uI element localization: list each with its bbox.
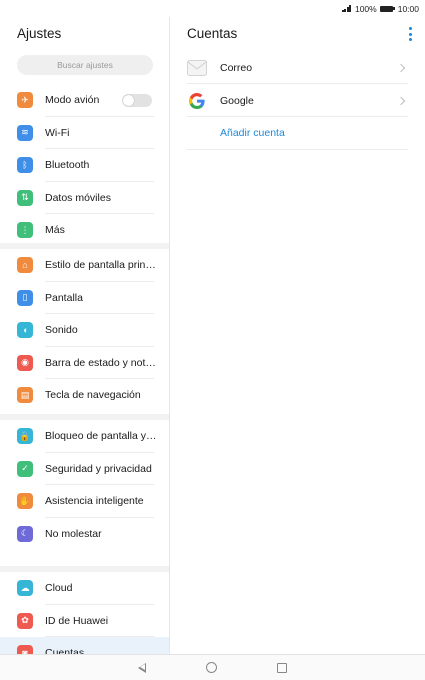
settings-item-label: Sonido — [45, 324, 78, 337]
settings-item[interactable]: ✓ Seguridad y privacidad — [0, 453, 169, 485]
settings-item[interactable]: 🔒 Bloqueo de pantalla y contraseñas — [0, 420, 169, 453]
sound-icon: ◖ — [17, 322, 33, 339]
settings-group: 🔒 Bloqueo de pantalla y contraseñas ✓ Segur… — [0, 420, 169, 550]
settings-item[interactable]: ✈ Modo avión — [0, 84, 169, 117]
back-icon[interactable] — [138, 662, 146, 673]
navigation-bar — [0, 654, 425, 680]
settings-group: ✈ Modo avión ≋ Wi-Fi ᛒ Bluetooth ⇅ Datos móvile… — [0, 84, 169, 247]
battery-icon — [379, 5, 395, 12]
settings-item-label: Bloqueo de pantalla y contraseñas — [45, 430, 157, 443]
settings-item-label: ID de Huawei — [45, 614, 109, 627]
mobile-data-icon: ⇅ — [17, 189, 33, 206]
google-icon — [187, 91, 207, 111]
settings-item[interactable]: ᛒ Bluetooth — [0, 149, 169, 182]
settings-item[interactable]: ◉ Barra de estado y notificaciones — [0, 347, 169, 379]
settings-item[interactable]: ▯ Pantalla — [0, 282, 169, 314]
settings-item-label: Datos móviles — [45, 191, 111, 204]
settings-title: Ajustes — [17, 26, 62, 41]
account-item-google[interactable]: Google — [187, 84, 408, 117]
bluetooth-icon: ᛒ — [17, 157, 33, 174]
status-bar: 100% 10:00 — [0, 0, 425, 17]
cloud-icon: ☁ — [17, 580, 33, 597]
recent-apps-icon[interactable] — [277, 662, 287, 673]
settings-item-label: Tecla de navegación — [45, 389, 141, 402]
settings-item-label: Asistencia inteligente — [45, 495, 144, 508]
settings-item[interactable]: ⇅ Datos móviles — [0, 182, 169, 214]
settings-item-label: No molestar — [45, 527, 102, 540]
settings-item[interactable]: ✋ Asistencia inteligente — [0, 485, 169, 518]
settings-panel: Ajustes Buscar ajustes ✈ Modo avión ≋ Wi-Fi… — [0, 17, 170, 655]
airplane-mode-toggle[interactable] — [122, 94, 152, 107]
display-icon: ▯ — [17, 289, 33, 306]
settings-item-label: Cloud — [45, 582, 73, 595]
accounts-panel: Cuentas Correo Google Añadir cuenta — [170, 17, 425, 655]
hand-icon: ✋ — [17, 493, 33, 510]
settings-item-label: Wi-Fi — [45, 126, 70, 139]
settings-item-label: Bluetooth — [45, 159, 90, 172]
airplane-icon: ✈ — [17, 92, 33, 109]
settings-item-label: Seguridad y privacidad — [45, 462, 152, 475]
more-icon: ⋮ — [17, 222, 33, 239]
mail-icon — [187, 58, 207, 78]
battery-percent: 100% — [354, 3, 377, 14]
group-divider — [0, 566, 169, 572]
settings-group: ☁ Cloud ✿ ID de Huawei ◙ Cuentas — [0, 572, 169, 655]
settings-group: ⌂ Estilo de pantalla principal ▯ Pantalla ◖ S… — [0, 249, 169, 412]
settings-item[interactable]: ☁ Cloud — [0, 572, 169, 605]
settings-item-label: Pantalla — [45, 291, 83, 304]
account-label: Correo — [220, 61, 253, 74]
group-divider — [0, 414, 169, 420]
notifications-icon: ◉ — [17, 354, 33, 371]
add-account-button[interactable]: Añadir cuenta — [220, 127, 285, 139]
divider — [187, 149, 408, 150]
settings-item[interactable]: ⌂ Estilo de pantalla principal — [0, 249, 169, 282]
search-input[interactable]: Buscar ajustes — [17, 55, 153, 75]
accounts-title: Cuentas — [187, 26, 238, 41]
wifi-icon: ≋ — [17, 124, 33, 141]
home-icon[interactable] — [206, 662, 217, 673]
settings-item[interactable]: ◙ Cuentas — [0, 637, 169, 655]
account-item-mail[interactable]: Correo — [187, 51, 408, 84]
settings-item[interactable]: ✿ ID de Huawei — [0, 605, 169, 637]
signal-icon — [341, 5, 352, 12]
shield-icon: ✓ — [17, 460, 33, 477]
moon-icon: ☾ — [17, 525, 33, 542]
home-style-icon: ⌂ — [17, 257, 33, 274]
settings-item[interactable]: ☾ No molestar — [0, 518, 169, 551]
chevron-right-icon — [396, 96, 406, 105]
chevron-right-icon — [396, 63, 406, 72]
navigation-key-icon: ▤ — [17, 387, 33, 404]
group-divider — [0, 243, 169, 249]
settings-item[interactable]: ◖ Sonido — [0, 314, 169, 347]
lock-icon: 🔒 — [17, 428, 33, 445]
settings-item[interactable]: ▤ Tecla de navegación — [0, 379, 169, 412]
clock: 10:00 — [397, 3, 419, 14]
settings-item[interactable]: ≋ Wi-Fi — [0, 117, 169, 149]
settings-item[interactable]: ⋮ Más — [0, 214, 169, 247]
huawei-icon: ✿ — [17, 612, 33, 629]
settings-item-label: Barra de estado y notificaciones — [45, 356, 157, 369]
settings-item-label: Estilo de pantalla principal — [45, 259, 157, 272]
account-label: Google — [220, 94, 254, 107]
more-options-icon[interactable] — [408, 27, 412, 41]
settings-item-label: Más — [45, 224, 65, 237]
